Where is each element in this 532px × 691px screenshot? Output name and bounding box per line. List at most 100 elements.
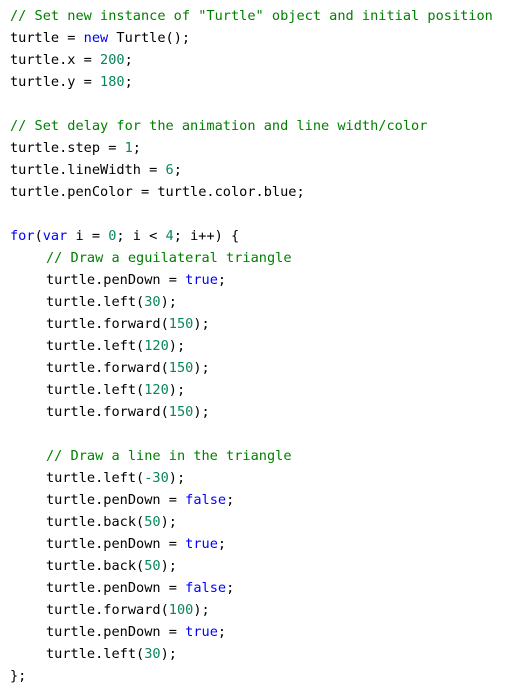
- code-number: 150: [168, 360, 194, 376]
- code-token: );: [160, 646, 177, 662]
- code-token: );: [168, 470, 186, 486]
- code-line-1: // Set new instance of "Turtle" object a…: [0, 5, 532, 27]
- code-token: turtle.back(: [46, 558, 145, 574]
- code-line-4: turtle.y = 180;: [0, 71, 532, 93]
- code-number: 1: [124, 140, 133, 156]
- code-comment: // Draw a line in the triangle: [46, 448, 292, 464]
- code-token: turtle.left(: [46, 646, 145, 662]
- code-number: 180: [100, 74, 125, 90]
- code-token: turtle =: [10, 30, 84, 46]
- code-keyword: false: [185, 492, 227, 508]
- code-token: };: [10, 668, 27, 684]
- code-token: turtle.lineWidth =: [10, 162, 166, 178]
- code-token: Turtle();: [108, 30, 191, 46]
- code-line-21: // Draw a line in the triangle: [0, 445, 532, 467]
- code-comment: // Set delay for the animation and line …: [10, 118, 428, 134]
- code-keyword: true: [185, 624, 218, 640]
- code-line-27: turtle.penDown = false;: [0, 577, 532, 599]
- code-line-6: // Set delay for the animation and line …: [0, 115, 532, 137]
- code-line-11: for(var i = 0; i < 4; i++) {: [0, 225, 532, 247]
- code-line-13: turtle.penDown = true;: [0, 269, 532, 291]
- code-token: );: [193, 404, 210, 420]
- code-token: turtle.left(: [46, 382, 145, 398]
- code-number: 120: [144, 382, 169, 398]
- code-line-26: turtle.back(50);: [0, 555, 532, 577]
- code-token: ;: [217, 536, 227, 552]
- code-keyword: for: [10, 228, 35, 244]
- code-line-16: turtle.left(120);: [0, 335, 532, 357]
- code-line-29: turtle.penDown = true;: [0, 621, 532, 643]
- code-number: 50: [144, 558, 161, 574]
- code-token: ;: [132, 140, 141, 156]
- code-line-7: turtle.step = 1;: [0, 137, 532, 159]
- code-keyword: new: [83, 30, 109, 46]
- code-number: -30: [144, 470, 169, 486]
- code-line-19: turtle.forward(150);: [0, 401, 532, 423]
- code-line-28: turtle.forward(100);: [0, 599, 532, 621]
- code-token: turtle.left(: [46, 470, 145, 486]
- code-line-2: turtle = new Turtle();: [0, 27, 532, 49]
- code-token: ;: [226, 580, 235, 596]
- code-token: ; i <: [116, 228, 166, 244]
- code-token: );: [160, 558, 177, 574]
- code-line-23: turtle.penDown = false;: [0, 489, 532, 511]
- code-token: turtle.back(: [46, 514, 145, 530]
- code-token: ;: [173, 162, 182, 178]
- code-line-24: turtle.back(50);: [0, 511, 532, 533]
- code-number: 150: [168, 316, 194, 332]
- code-keyword: true: [185, 536, 218, 552]
- code-token: turtle.penDown =: [46, 580, 186, 596]
- code-token: turtle.penDown =: [46, 536, 186, 552]
- code-token: ;: [217, 272, 227, 288]
- code-token: turtle.penColor = turtle.color.blue;: [10, 184, 305, 200]
- code-editor[interactable]: // Set new instance of "Turtle" object a…: [0, 5, 532, 691]
- code-token: turtle.left(: [46, 338, 145, 354]
- code-token: ;: [124, 74, 133, 90]
- code-token: turtle.left(: [46, 294, 145, 310]
- code-number: 120: [144, 338, 169, 354]
- code-token: );: [160, 514, 177, 530]
- code-token: turtle.x =: [10, 52, 101, 68]
- code-token: );: [160, 294, 177, 310]
- code-token: ; i++) {: [173, 228, 240, 244]
- code-token: turtle.penDown =: [46, 492, 186, 508]
- code-token: (: [34, 228, 43, 244]
- code-token: turtle.forward(: [46, 602, 169, 618]
- code-token: turtle.penDown =: [46, 624, 186, 640]
- code-token: );: [168, 382, 186, 398]
- code-token: turtle.forward(: [46, 360, 169, 376]
- code-number: 30: [144, 294, 161, 310]
- code-token: );: [193, 602, 210, 618]
- code-line-22: turtle.left(-30);: [0, 467, 532, 489]
- code-token: turtle.forward(: [46, 316, 169, 332]
- code-token: ;: [124, 52, 133, 68]
- code-line-30: turtle.left(30);: [0, 643, 532, 665]
- code-line-18: turtle.left(120);: [0, 379, 532, 401]
- code-line-14: turtle.left(30);: [0, 291, 532, 313]
- code-number: 100: [168, 602, 194, 618]
- code-token: turtle.penDown =: [46, 272, 186, 288]
- code-number: 30: [144, 646, 161, 662]
- code-number: 4: [165, 228, 174, 244]
- code-number: 50: [144, 514, 161, 530]
- code-comment: // Set new instance of "Turtle" object a…: [10, 8, 493, 24]
- code-line-8: turtle.lineWidth = 6;: [0, 159, 532, 181]
- code-number: 6: [165, 162, 174, 178]
- code-line-31: };: [0, 665, 532, 687]
- code-keyword: var: [42, 228, 68, 244]
- code-token: ;: [226, 492, 235, 508]
- code-line-15: turtle.forward(150);: [0, 313, 532, 335]
- code-token: );: [168, 338, 186, 354]
- code-token: ;: [217, 624, 227, 640]
- code-token: turtle.step =: [10, 140, 125, 156]
- code-token: );: [193, 316, 210, 332]
- code-token: );: [193, 360, 210, 376]
- code-line-17: turtle.forward(150);: [0, 357, 532, 379]
- code-token: turtle.forward(: [46, 404, 169, 420]
- code-line-25: turtle.penDown = true;: [0, 533, 532, 555]
- code-token: turtle.y =: [10, 74, 101, 90]
- code-keyword: false: [185, 580, 227, 596]
